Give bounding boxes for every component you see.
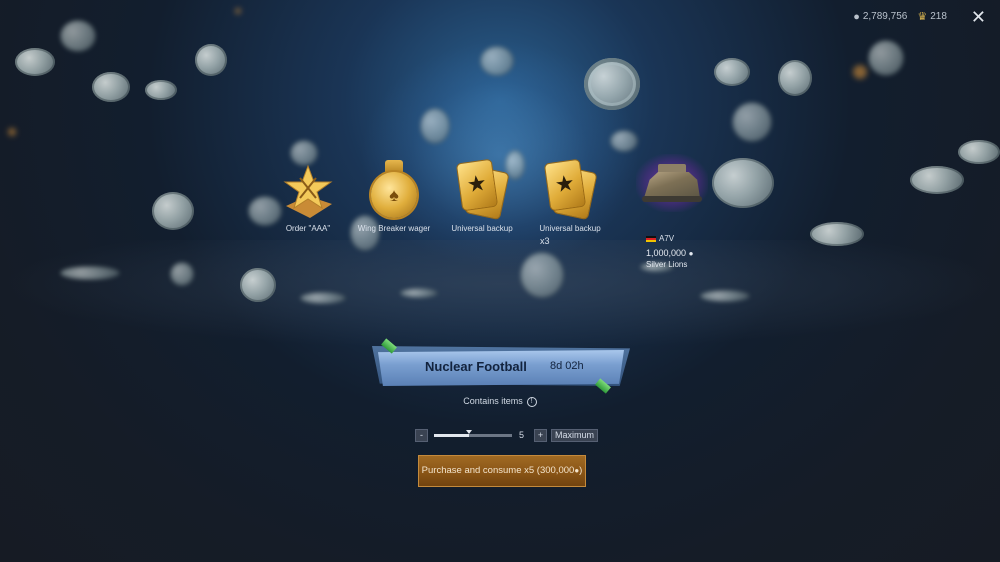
banner-title: Nuclear Football xyxy=(425,359,527,374)
coin-decoration xyxy=(700,290,750,302)
coin-decoration xyxy=(480,46,514,76)
coin-decoration xyxy=(240,268,276,302)
coin-decoration xyxy=(910,166,964,194)
vehicle-price-row: 1,000,000 ● xyxy=(646,248,693,258)
reward-item-backup-x3[interactable]: ★ x3 Universal backup xyxy=(530,158,610,246)
light-glint xyxy=(235,8,241,14)
coin-decoration xyxy=(714,58,750,86)
coin-decoration xyxy=(300,292,346,304)
increase-button[interactable]: + xyxy=(534,428,548,442)
coin-decoration xyxy=(60,266,120,280)
event-banner: Nuclear Football 8d 02h xyxy=(372,338,630,394)
coin-decoration xyxy=(610,130,638,152)
golden-eagle-icon: ♛ xyxy=(917,11,928,23)
light-glint xyxy=(853,65,867,79)
backup-card-icon: ★ xyxy=(452,158,512,220)
reward-item-backup[interactable]: ★ Universal backup xyxy=(442,158,522,233)
coin-decoration xyxy=(195,44,227,76)
card-front: ★ xyxy=(544,159,586,211)
banner-front: Nuclear Football 8d 02h xyxy=(378,350,624,386)
coin-decoration xyxy=(170,262,194,286)
light-glint xyxy=(8,128,16,136)
lion-icon: ♠ xyxy=(371,172,417,218)
quantity-selector: - 5 + Maximum xyxy=(415,428,599,442)
purchase-label: Purchase and consume x5 (300,000 xyxy=(421,465,575,476)
coin-decoration xyxy=(520,252,564,298)
item-quantity: x3 xyxy=(540,236,550,246)
reward-vehicle[interactable]: A7V 1,000,000 ● Silver Lions xyxy=(636,150,736,270)
order-star-icon xyxy=(278,162,338,220)
coin-decoration xyxy=(152,192,194,230)
vehicle-glow xyxy=(636,154,708,212)
reward-item-wager[interactable]: ♠ Wing Breaker wager xyxy=(356,160,432,233)
lion-medal-icon: ♠ xyxy=(367,160,421,220)
purchase-close-paren: ) xyxy=(579,465,583,476)
decrease-button[interactable]: - xyxy=(415,428,428,442)
contains-items-label: Contains items xyxy=(463,396,523,406)
maximum-button[interactable]: Maximum xyxy=(551,428,599,442)
slider-fill xyxy=(434,433,470,437)
gold-balance: ♛ 218 xyxy=(917,10,947,23)
item-label: Order "AAA" xyxy=(285,224,331,233)
coin-decoration xyxy=(400,288,438,298)
coin-decoration xyxy=(584,58,640,110)
coin-decoration xyxy=(145,80,177,100)
coin-decoration xyxy=(778,60,812,96)
banner-timer: 8d 02h xyxy=(550,360,584,372)
item-label: Universal backup xyxy=(539,224,601,233)
coin-floor xyxy=(0,240,1000,350)
coin-decoration xyxy=(868,40,904,76)
vehicle-price: 1,000,000 xyxy=(646,248,687,258)
coin-decoration xyxy=(420,108,450,144)
close-icon[interactable]: ✕ xyxy=(971,8,986,26)
currency-bar: ● 2,789,756 ♛ 218 ✕ xyxy=(853,8,986,26)
coin-decoration xyxy=(15,48,55,76)
vehicle-name-row: A7V xyxy=(646,234,674,243)
item-label: Universal backup xyxy=(451,224,513,233)
item-label: Wing Breaker wager xyxy=(357,224,431,233)
coin-decoration xyxy=(60,20,96,52)
coin-decoration xyxy=(92,72,130,102)
quantity-value: 5 xyxy=(519,430,525,440)
purchase-button[interactable]: Purchase and consume x5 (300,000●) xyxy=(418,455,586,487)
order-star-icon xyxy=(283,164,333,218)
coin-decoration xyxy=(810,222,864,246)
tank-track xyxy=(642,196,702,202)
silver-lion-icon: ● xyxy=(688,249,694,258)
info-icon[interactable]: ! xyxy=(526,396,537,407)
backup-card-icon: ★ xyxy=(540,158,600,220)
card-front: ★ xyxy=(456,159,498,211)
vehicle-currency-label: Silver Lions xyxy=(646,260,688,269)
germany-flag-icon xyxy=(646,235,656,242)
coin-decoration xyxy=(732,102,772,142)
silver-lion-icon: ● xyxy=(853,10,860,23)
silver-balance: ● 2,789,756 xyxy=(853,11,907,23)
contains-items-row[interactable]: Contains items! xyxy=(0,396,1000,407)
slider-thumb[interactable] xyxy=(466,429,473,434)
vehicle-name: A7V xyxy=(659,234,675,243)
tank-icon xyxy=(644,172,700,198)
silver-amount: 2,789,756 xyxy=(862,11,908,22)
gold-amount: 218 xyxy=(930,11,947,22)
reward-item-order[interactable]: Order "AAA" xyxy=(270,162,346,233)
coin-decoration xyxy=(958,140,1000,164)
quantity-slider[interactable] xyxy=(434,429,512,437)
